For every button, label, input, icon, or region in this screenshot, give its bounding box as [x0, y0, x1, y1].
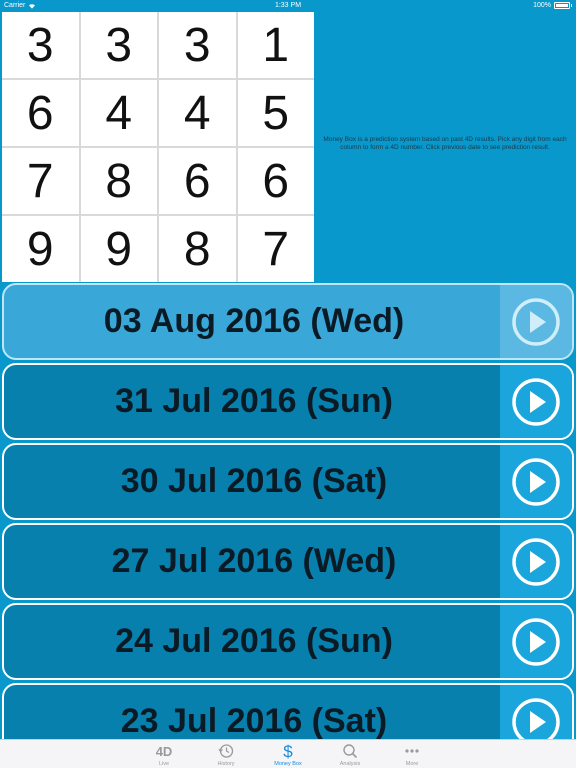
grid-cell-r2-c2: 4	[80, 80, 157, 146]
dollar-icon: $	[278, 742, 298, 760]
grid-cell-r4-c2: 9	[80, 216, 157, 282]
status-bar: Carrier 1:33 PM 100%	[0, 0, 576, 12]
grid-cell-r3-c4: 6	[237, 148, 314, 214]
grid-cell-r3-c2: 8	[80, 148, 157, 214]
svg-text:$: $	[283, 742, 293, 760]
date-row-play-button[interactable]	[500, 685, 572, 739]
date-row[interactable]: 24 Jul 2016 (Sun)	[2, 603, 574, 680]
grid-cell-r3-c3: 6	[159, 148, 236, 214]
date-row[interactable]: 23 Jul 2016 (Sat)	[2, 683, 574, 739]
play-circle-icon	[512, 697, 560, 739]
date-row-label: 24 Jul 2016 (Sun)	[115, 622, 393, 660]
date-row-play-button[interactable]	[500, 605, 572, 678]
tab-analysis[interactable]: Analysis	[319, 740, 381, 768]
grid-cell-r1-c4: 1	[237, 12, 314, 78]
date-row[interactable]: 27 Jul 2016 (Wed)	[2, 523, 574, 600]
grid-cell-r4-c4: 7	[237, 216, 314, 282]
play-circle-icon	[512, 457, 560, 506]
tab-label: More	[405, 761, 419, 767]
4d-icon: 4D	[154, 742, 174, 760]
history-icon	[216, 742, 236, 760]
date-row[interactable]: 30 Jul 2016 (Sat)	[2, 443, 574, 520]
date-row[interactable]: 31 Jul 2016 (Sun)	[2, 363, 574, 440]
grid-cell-r2-c3: 4	[159, 80, 236, 146]
grid-cell-r2-c4: 5	[237, 80, 314, 146]
grid-cell-r1-c1: 3	[2, 12, 79, 78]
money-box-grid: 3 3 3 1 6 4 4 5 7 8 6 6 9 9 8 7	[2, 12, 314, 282]
date-row[interactable]: 03 Aug 2016 (Wed)	[2, 283, 574, 360]
tab-label: History	[217, 761, 235, 767]
money-box-description: Money Box is a prediction system based o…	[323, 136, 567, 152]
date-row-play-button[interactable]	[500, 445, 572, 518]
date-row-label: 03 Aug 2016 (Wed)	[103, 302, 405, 340]
date-row-play-button[interactable]	[500, 285, 572, 358]
grid-cell-r1-c3: 3	[159, 12, 236, 78]
date-row-label: 31 Jul 2016 (Sun)	[115, 382, 393, 420]
date-row-play-button[interactable]	[500, 365, 572, 438]
search-icon	[340, 742, 360, 760]
battery-percent: 100%	[533, 2, 551, 9]
tab-more[interactable]: More	[381, 740, 443, 768]
date-row-label: 30 Jul 2016 (Sat)	[120, 462, 388, 500]
grid-cell-r1-c2: 3	[80, 12, 157, 78]
draw-date-list[interactable]: 03 Aug 2016 (Wed) 31 Jul 2016 (Sun) 30 J…	[0, 283, 576, 739]
svg-text:4D: 4D	[156, 744, 173, 759]
tab-money-box[interactable]: $ Money Box	[257, 740, 319, 768]
tab-live[interactable]: 4D Live	[133, 740, 195, 768]
date-row-label: 23 Jul 2016 (Sat)	[120, 702, 388, 739]
play-circle-icon	[512, 377, 560, 426]
play-circle-icon	[512, 617, 560, 666]
tab-label: Live	[158, 761, 170, 767]
battery-icon	[554, 2, 570, 9]
date-row-label: 27 Jul 2016 (Wed)	[111, 542, 397, 580]
play-circle-icon	[512, 297, 560, 346]
grid-cell-r3-c1: 7	[2, 148, 79, 214]
tab-label: Analysis	[339, 761, 361, 767]
more-icon	[402, 742, 422, 760]
tab-history[interactable]: History	[195, 740, 257, 768]
date-row-play-button[interactable]	[500, 525, 572, 598]
tab-bar: 4D Live History $ Money Box Analysis Mor…	[0, 739, 576, 768]
tab-label: Money Box	[274, 761, 302, 767]
status-time: 1:33 PM	[274, 2, 302, 9]
play-circle-icon	[512, 537, 560, 586]
grid-cell-r2-c1: 6	[2, 80, 79, 146]
grid-cell-r4-c3: 8	[159, 216, 236, 282]
grid-cell-r4-c1: 9	[2, 216, 79, 282]
